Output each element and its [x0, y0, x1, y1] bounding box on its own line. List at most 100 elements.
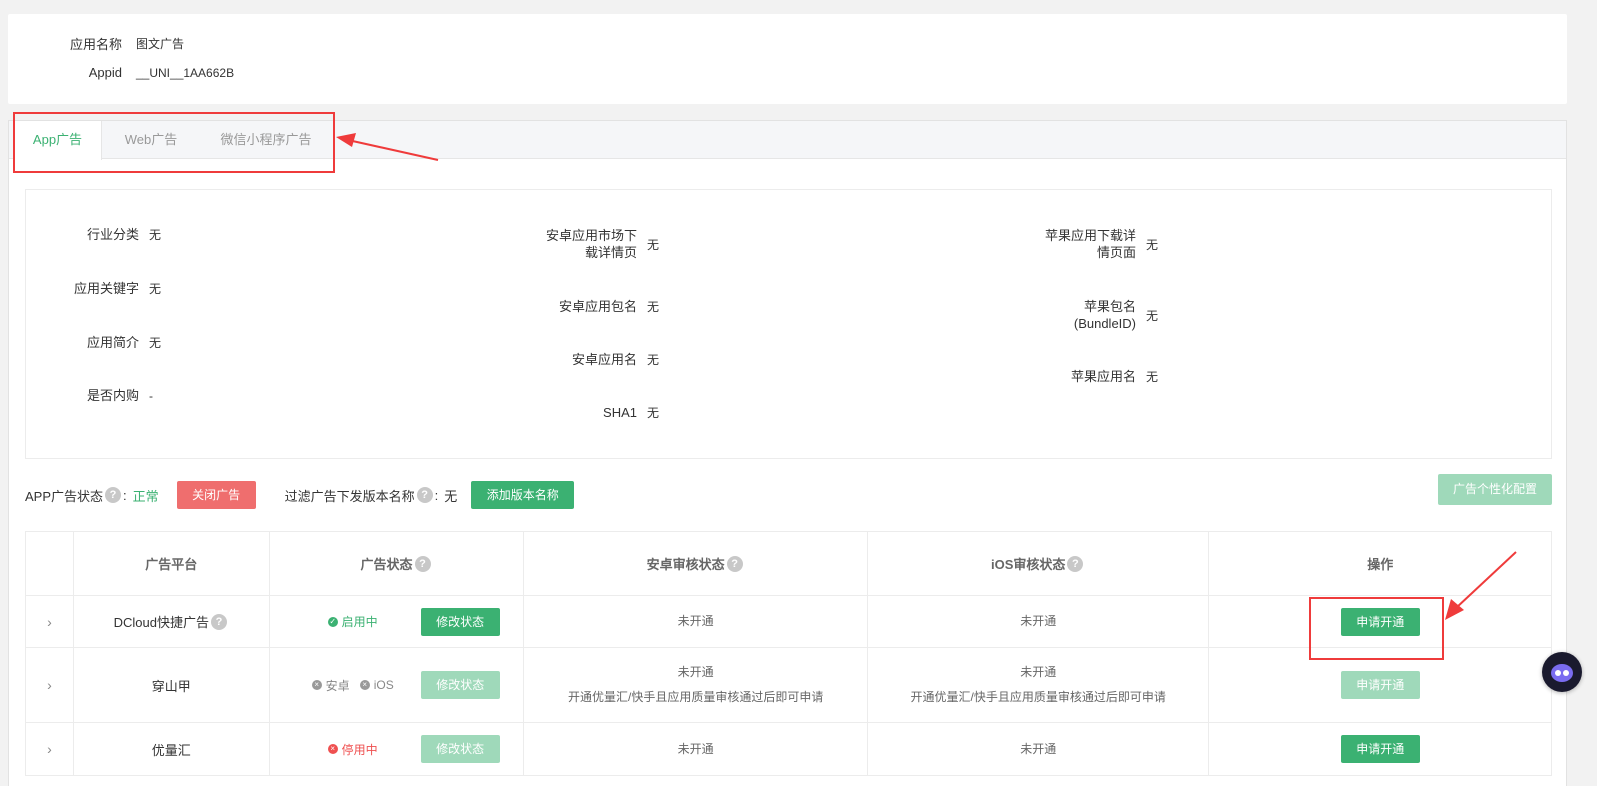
ios-review-status: 未开通: [1020, 614, 1057, 628]
col-ios-review: iOS审核状态?: [868, 532, 1210, 595]
field-android-name-value: 无: [647, 353, 660, 367]
appid-label: Appid: [88, 65, 122, 80]
field-industry: 行业分类 无: [26, 226, 161, 243]
field-ios-name-value: 无: [1146, 370, 1159, 384]
field-ios-bundle-value: 无: [1146, 308, 1159, 323]
modify-status-button[interactable]: 修改状态: [420, 671, 500, 699]
annotation-arrow-down: [1445, 551, 1517, 620]
chevron-right-icon[interactable]: ›: [47, 614, 52, 630]
x-circle-icon: ×: [327, 744, 338, 754]
col-platform: 广告平台: [74, 532, 270, 595]
appid-row: Appid __UNI__1AA662B: [8, 65, 234, 80]
status-badge-android: × 安卓: [311, 677, 350, 694]
field-android-store-label-1: 安卓应用市场下: [545, 228, 637, 243]
ad-status-value: 正常: [132, 488, 159, 504]
field-android-store-page: 安卓应用市场下 载详情页 无: [516, 227, 659, 261]
x-circle-icon: ×: [359, 680, 370, 690]
assistant-float-icon[interactable]: [1542, 652, 1582, 692]
app-name-label: 应用名称: [69, 37, 122, 52]
x-circle-icon: ×: [311, 680, 322, 690]
apply-open-button[interactable]: 申请开通: [1340, 735, 1420, 763]
app-name-value: 图文广告: [136, 37, 185, 51]
robot-icon: [1551, 664, 1573, 682]
modify-status-button[interactable]: 修改状态: [420, 607, 500, 636]
field-iap: 是否内购 -: [26, 387, 153, 404]
field-ios-name-label: 苹果应用名: [1070, 369, 1136, 384]
annotation-box-apply: [1309, 597, 1444, 660]
field-industry-value: 无: [149, 228, 162, 242]
field-sha1-value: 无: [647, 406, 660, 420]
field-sha1-label: SHA1: [603, 405, 637, 420]
ios-review-note: 开通优量汇/快手且应用质量审核通过后即可申请: [910, 690, 1166, 704]
field-keywords-label: 应用关键字: [73, 281, 139, 296]
android-review-status: 未开通: [677, 665, 714, 679]
colon: :: [123, 487, 127, 503]
field-industry-label: 行业分类: [86, 227, 139, 242]
ios-review-status: 未开通: [1020, 665, 1057, 679]
field-ios-store-label-1: 苹果应用下载详: [1044, 228, 1136, 243]
question-icon[interactable]: ?: [1067, 555, 1084, 572]
app-info-card: 应用名称 图文广告 Appid __UNI__1AA662B: [8, 14, 1567, 104]
field-android-package-value: 无: [647, 300, 660, 314]
filter-version-value: 无: [444, 488, 458, 504]
android-review-status: 未开通: [677, 614, 714, 628]
field-sha1: SHA1 无: [516, 404, 659, 421]
platform-name: 优量汇: [151, 742, 191, 758]
question-icon[interactable]: ?: [210, 613, 227, 630]
field-intro: 应用简介 无: [26, 334, 161, 351]
field-ios-bundle: 苹果包名 (BundleID) 无: [1016, 298, 1158, 332]
col-ad-status: 广告状态?: [270, 532, 525, 595]
filter-version-label: 过滤广告下发版本名称: [284, 488, 415, 504]
chevron-right-icon[interactable]: ›: [47, 677, 52, 693]
field-keywords: 应用关键字 无: [26, 280, 161, 297]
close-ads-button[interactable]: 关闭广告: [176, 481, 256, 509]
ad-status-label: APP广告状态: [25, 488, 104, 504]
ios-review-status: 未开通: [1020, 741, 1057, 756]
app-detail-box: 行业分类 无 应用关键字 无 应用简介 无 是否内购 - 安卓应用市场下 载详情…: [25, 189, 1552, 459]
status-badge: × 停用中: [327, 741, 378, 758]
field-intro-value: 无: [149, 336, 162, 350]
apply-open-button[interactable]: 申请开通: [1340, 671, 1420, 699]
platform-name: 穿山甲: [151, 678, 191, 694]
field-ios-bundle-label-1: 苹果包名: [1083, 299, 1136, 314]
add-version-name-button[interactable]: 添加版本名称: [471, 481, 575, 509]
status-badge: ✓ 启用中: [327, 615, 378, 629]
chevron-right-icon[interactable]: ›: [47, 741, 52, 757]
field-ios-store-page: 苹果应用下载详 情页面 无: [1016, 227, 1158, 261]
field-ios-name: 苹果应用名 无: [1016, 368, 1158, 385]
col-android-review: 安卓审核状态?: [524, 532, 868, 595]
annotation-arrow-left: [336, 133, 439, 161]
android-review-note: 开通优量汇/快手且应用质量审核通过后即可申请: [567, 690, 824, 704]
field-iap-value: -: [149, 388, 153, 403]
appid-value: __UNI__1AA662B: [136, 65, 235, 80]
modify-status-button[interactable]: 修改状态: [420, 735, 500, 763]
field-android-name-label: 安卓应用名: [571, 352, 637, 367]
field-android-name: 安卓应用名 无: [516, 351, 659, 368]
table-row: › 优量汇 × 停用中 修改状态 未开通 未开通 申请开通: [26, 723, 1551, 775]
colon: :: [434, 487, 439, 503]
ad-config-card: App广告 Web广告 微信小程序广告 行业分类 无 应用关键字 无 应用简介 …: [8, 120, 1567, 786]
field-android-store-value: 无: [647, 237, 660, 252]
check-circle-icon: ✓: [327, 616, 338, 627]
annotation-box-tabs: [13, 112, 335, 173]
field-ios-store-value: 无: [1146, 237, 1159, 252]
field-iap-label: 是否内购: [86, 388, 139, 403]
question-icon[interactable]: ?: [726, 555, 743, 572]
field-intro-label: 应用简介: [86, 335, 139, 350]
field-android-package: 安卓应用包名 无: [516, 298, 659, 315]
platform-name: DCloud快捷广告: [113, 615, 209, 630]
question-icon[interactable]: ?: [416, 487, 433, 503]
question-icon[interactable]: ?: [414, 555, 431, 572]
field-keywords-value: 无: [149, 282, 162, 296]
field-android-package-label: 安卓应用包名: [558, 299, 637, 314]
status-badge-ios: × iOS: [359, 678, 394, 692]
ad-personalization-button[interactable]: 广告个性化配置: [1438, 474, 1552, 505]
field-ios-store-label-2: 情页面: [1096, 245, 1136, 260]
field-ios-bundle-label-2: (BundleID): [1073, 316, 1136, 331]
question-icon[interactable]: ?: [105, 487, 122, 503]
ad-status-bar: APP广告状态 ? : 正常 关闭广告 过滤广告下发版本名称 ? : 无 添加版…: [25, 481, 575, 509]
android-review-status: 未开通: [677, 741, 714, 756]
table-header: 广告平台 广告状态? 安卓审核状态? iOS审核状态? 操作: [26, 532, 1551, 596]
field-android-store-label-2: 载详情页: [584, 245, 637, 260]
app-name-row: 应用名称 图文广告: [8, 34, 184, 53]
